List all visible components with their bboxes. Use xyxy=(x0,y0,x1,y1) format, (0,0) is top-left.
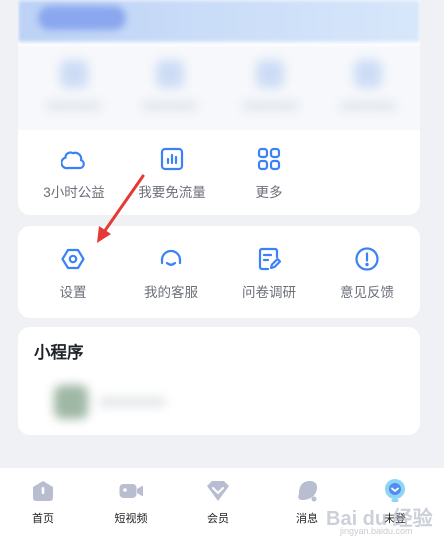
blurred-shortcut-row xyxy=(18,46,420,130)
tool-item-more[interactable]: 更多 xyxy=(219,146,319,201)
tool-label: 我要免流量 xyxy=(138,185,206,200)
mini-program-title: 小程序 xyxy=(34,344,84,362)
blurred-shortcut[interactable] xyxy=(338,60,398,120)
bar-chart-icon xyxy=(160,147,184,171)
watermark-url: jingyan.baidu.com xyxy=(340,526,413,536)
blurred-shortcut[interactable] xyxy=(240,60,300,120)
mini-program-card: 小程序 xyxy=(18,327,420,435)
settings-hexagon-icon xyxy=(61,248,85,270)
tab-home[interactable]: 首页 xyxy=(8,478,78,526)
headset-icon xyxy=(160,249,182,266)
service-label: 我的客服 xyxy=(144,285,198,300)
top-card: 3小时公益 我要免流量 更多 xyxy=(18,0,420,215)
tool-item-free-data[interactable]: 我要免流量 xyxy=(122,146,222,201)
service-label: 意见反馈 xyxy=(340,285,394,300)
tool-label: 更多 xyxy=(255,185,283,200)
blurred-mini-app[interactable] xyxy=(36,379,176,423)
service-item-feedback[interactable]: 意见反馈 xyxy=(317,246,417,301)
tool-label: 3小时公益 xyxy=(43,185,105,200)
tab-label: 会员 xyxy=(207,513,229,525)
service-item-survey[interactable]: 问卷调研 xyxy=(219,246,319,301)
grid-more-icon xyxy=(257,147,281,171)
tab-label: 短视频 xyxy=(114,513,148,525)
service-label: 问卷调研 xyxy=(242,285,296,300)
banner-button[interactable] xyxy=(38,6,126,30)
tab-member[interactable]: 会员 xyxy=(183,478,253,526)
service-label: 设置 xyxy=(59,285,87,300)
video-camera-icon xyxy=(119,484,143,498)
home-icon xyxy=(33,481,53,501)
tab-short-video[interactable]: 短视频 xyxy=(96,478,166,526)
survey-edit-icon xyxy=(258,247,282,271)
banner[interactable] xyxy=(18,0,420,42)
tab-label: 首页 xyxy=(32,513,54,525)
service-card: 设置 我的客服 问卷调研 意见反馈 xyxy=(18,226,420,318)
exclamation-icon xyxy=(355,247,379,271)
blurred-shortcut[interactable] xyxy=(140,60,200,120)
diamond-icon xyxy=(207,481,229,501)
blurred-shortcut[interactable] xyxy=(44,60,104,120)
message-bell-icon xyxy=(298,481,317,502)
profile-bulb-icon xyxy=(385,479,405,502)
service-item-customer-service[interactable]: 我的客服 xyxy=(121,246,221,301)
cloud-icon xyxy=(61,151,85,170)
service-item-settings[interactable]: 设置 xyxy=(23,246,123,301)
tool-item-charity[interactable]: 3小时公益 xyxy=(24,146,124,201)
